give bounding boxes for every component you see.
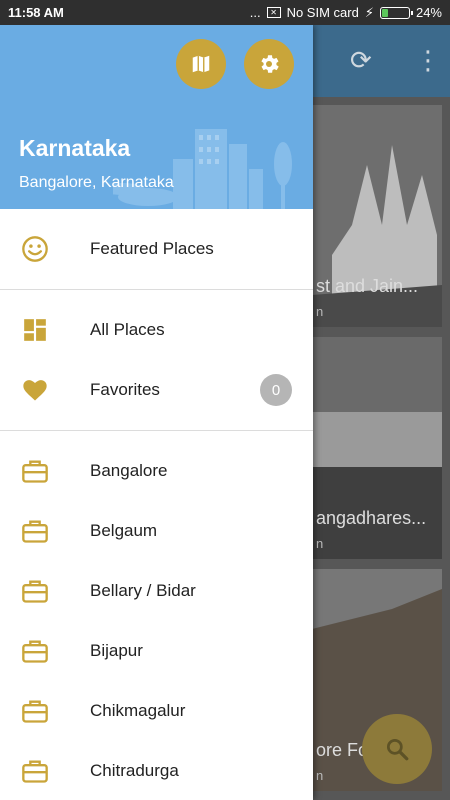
briefcase-icon [20,516,50,546]
briefcase-icon [20,456,50,486]
briefcase-icon [20,696,50,726]
menu-item-label: Belgaum [90,521,158,540]
drawer-header: Karnataka Bangalore, Karnataka [0,25,313,209]
menu-item-city[interactable]: Belgaum [0,501,313,561]
map-button[interactable] [176,39,226,89]
card-subtitle: n [316,768,324,783]
card-title: angadhares... [316,508,427,528]
overflow-menu-icon[interactable]: ⋮ [415,45,441,76]
city-list: Bangalore Belgaum Bellary / Bidar Bijapu… [0,431,313,800]
drawer-menu: Featured Places [0,219,313,279]
menu-item-label: Bellary / Bidar [90,581,196,600]
heart-icon [20,375,50,405]
card-title: st and Jain... [316,276,419,296]
briefcase-icon [20,576,50,606]
briefcase-icon [20,636,50,666]
battery-icon [379,6,413,19]
menu-item-city[interactable]: Bijapur [0,621,313,681]
menu-item-label: All Places [90,320,165,339]
card-subtitle: n [316,536,324,551]
battery-fill [381,8,389,17]
map-icon [192,55,210,73]
drawer-subtitle: Bangalore, Karnataka [19,174,174,191]
place-card[interactable]: st and Jain... n [312,105,442,327]
status-right: ... ✕ No SIM card ⚡ 24% [250,5,442,21]
search-fab[interactable] [362,714,432,784]
notification-dots: ... [249,5,261,20]
menu-item-city[interactable]: Bellary / Bidar [0,561,313,621]
settings-icon [261,55,279,73]
menu-item-label: Chikmagalur [90,701,186,720]
settings-button[interactable] [244,39,294,89]
battery-percent: 24% [415,5,442,20]
sim-status-text: No SIM card [286,5,359,20]
drawer-title: Karnataka [19,135,131,161]
menu-item-label: Bijapur [90,641,143,660]
briefcase-icon [20,756,50,786]
menu-item-label: Featured Places [90,239,214,258]
menu-item-label: Favorites [90,380,160,399]
menu-item-label: Chitradurga [90,761,179,780]
menu-item-city[interactable]: Chikmagalur [0,681,313,741]
card-subtitle: n [316,304,324,319]
menu-item-city[interactable]: Bangalore [0,441,313,501]
drawer-menu-main: All Places Favorites 0 [0,290,313,430]
navigation-drawer: Karnataka Bangalore, Karnataka Featured … [0,25,313,800]
favorites-count-badge: 0 [260,374,292,406]
menu-item-label: Bangalore [90,461,168,480]
place-card[interactable]: angadhares... n [312,337,442,559]
menu-item-all-places[interactable]: All Places [0,300,313,360]
status-bar: 11:58 AM ... ✕ No SIM card ⚡ 24% [0,0,450,25]
menu-item-city[interactable]: Chitradurga [0,741,313,800]
refresh-icon[interactable]: ⟳ [350,45,372,76]
charging-icon: ⚡ [364,4,374,20]
no-sim-icon: ✕ [266,7,281,18]
dashboard-icon [20,315,50,345]
city-skyline-illustration [113,129,292,209]
menu-item-featured-places[interactable]: Featured Places [0,219,313,279]
search-icon [386,738,409,761]
smiley-icon [20,234,50,264]
menu-item-favorites[interactable]: Favorites 0 [0,360,313,420]
status-time: 11:58 AM [8,5,64,20]
